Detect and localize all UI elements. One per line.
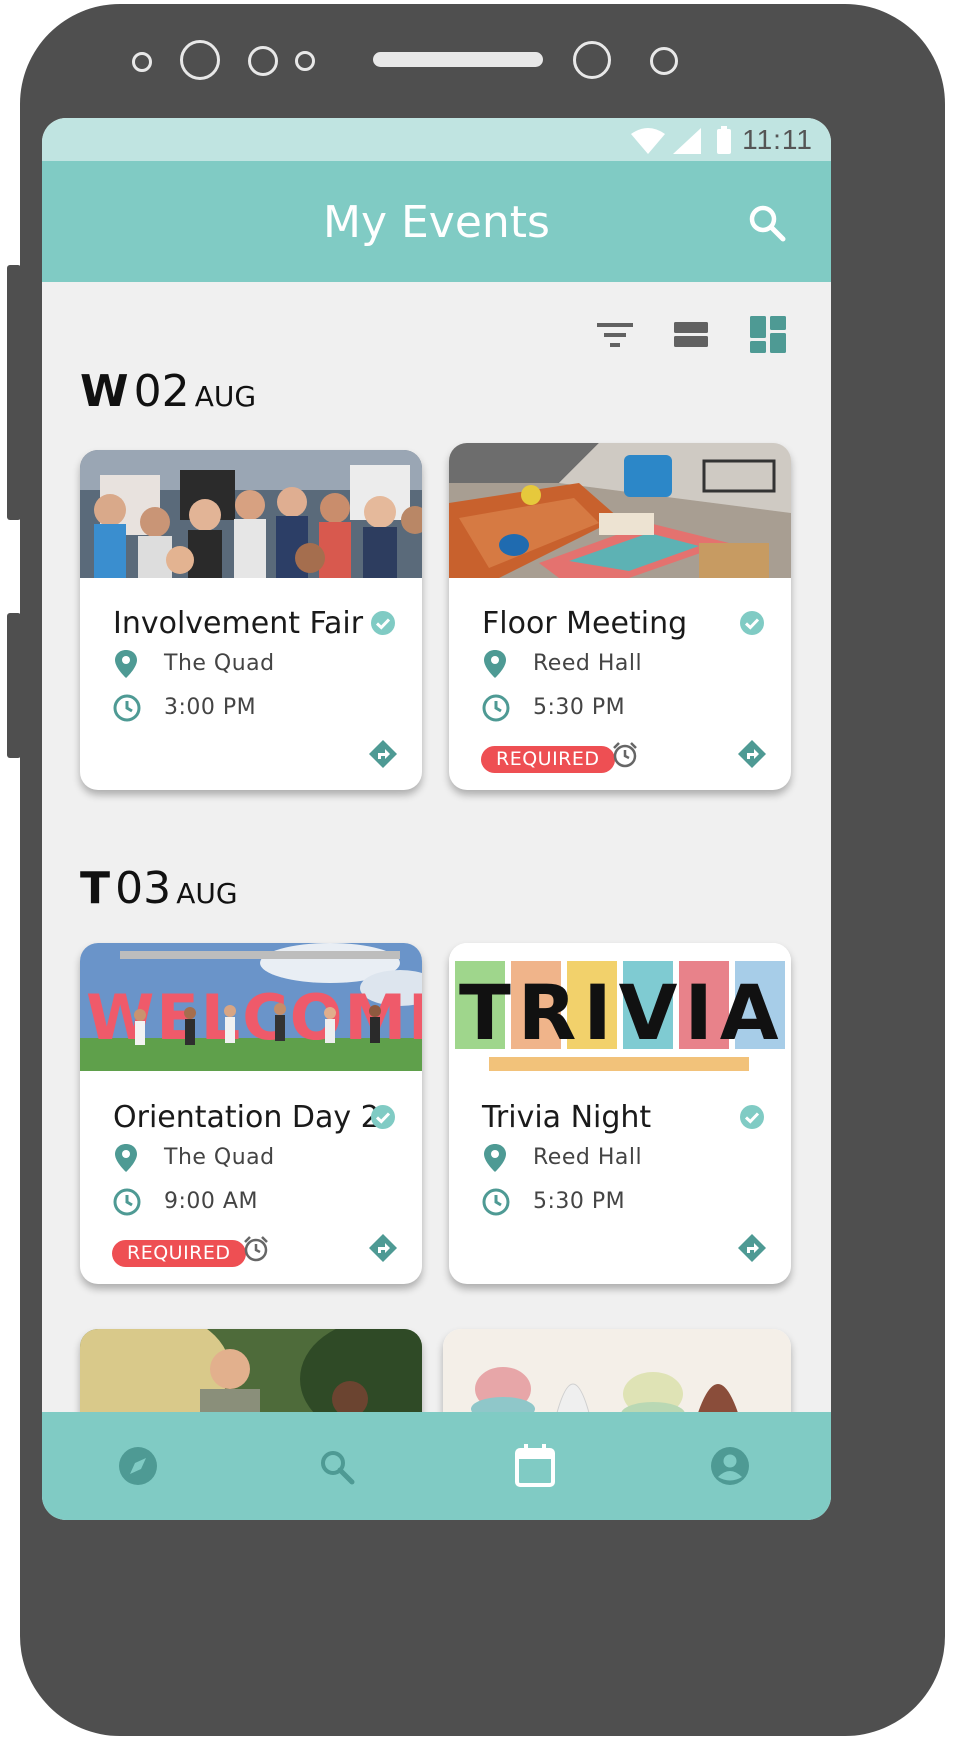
- trivia-image-text: TRIVIA: [459, 968, 786, 1057]
- earpiece-speaker: [373, 52, 543, 67]
- event-location: Reed Hall: [533, 1145, 643, 1170]
- event-time-row: 3:00 PM: [112, 693, 256, 725]
- date-day: 03: [115, 863, 172, 914]
- event-image: [80, 450, 422, 578]
- event-card[interactable]: Floor Meeting Reed Hall 5:30 PM REQUIRED: [449, 443, 791, 790]
- status-time: 11:11: [742, 124, 813, 155]
- date-day: 02: [133, 366, 190, 417]
- event-card[interactable]: TRIVIA Trivia Night Reed Hall 5:30 PM: [449, 943, 791, 1284]
- location-pin-icon: [484, 1144, 506, 1172]
- reminder-button[interactable]: [611, 741, 639, 774]
- clock-icon: [482, 1188, 510, 1216]
- date-month: AUG: [176, 877, 238, 910]
- clock-icon: [482, 694, 510, 722]
- event-card[interactable]: Involvement Fair The Quad 3:00 PM: [80, 450, 422, 790]
- event-location-row: The Quad: [113, 649, 274, 681]
- volume-button: [7, 265, 21, 520]
- alarm-icon: [244, 1236, 268, 1262]
- front-camera: [573, 41, 611, 79]
- search-icon: [749, 205, 786, 242]
- event-location-row: Reed Hall: [482, 1143, 642, 1175]
- bottom-navigation: [42, 1412, 831, 1520]
- app-screen: 11:11 My Events W 02 AUG Involvement Fai…: [42, 118, 831, 1520]
- side-button: [7, 613, 21, 758]
- grid-view-button[interactable]: [750, 316, 788, 359]
- clock-icon: [113, 1188, 141, 1216]
- event-location: Reed Hall: [533, 651, 643, 676]
- directions-icon: [369, 740, 397, 768]
- alarm-icon: [613, 742, 637, 768]
- event-time: 5:30 PM: [533, 695, 626, 720]
- sensor-dot: [650, 47, 678, 75]
- date-weekday: W: [80, 366, 129, 417]
- location-pin-icon: [115, 650, 137, 678]
- filter-icon: [597, 323, 633, 347]
- grid-view-icon: [750, 316, 786, 353]
- event-card[interactable]: WELCOME Orientation Day 2 The Quad 9:00 …: [80, 943, 422, 1284]
- reminder-button[interactable]: [242, 1235, 270, 1268]
- event-title: Floor Meeting: [482, 606, 688, 641]
- location-pin-icon: [484, 650, 506, 678]
- nav-search[interactable]: [318, 1448, 362, 1492]
- event-location: The Quad: [164, 651, 275, 676]
- share-button[interactable]: [368, 1233, 398, 1268]
- date-header: W 02 AUG: [80, 366, 256, 417]
- signal-icon: [673, 128, 701, 154]
- event-title: Trivia Night: [482, 1100, 652, 1135]
- event-time-row: 5:30 PM: [481, 1187, 625, 1219]
- calendar-icon: [515, 1444, 555, 1487]
- sensor-dot: [295, 51, 315, 71]
- search-button[interactable]: [747, 203, 787, 243]
- event-time-row: 9:00 AM: [112, 1187, 257, 1219]
- wifi-icon: [631, 128, 665, 154]
- clock-icon: [113, 694, 141, 722]
- date-month: AUG: [194, 380, 257, 413]
- date-header: T 03 AUG: [80, 863, 238, 914]
- event-time: 9:00 AM: [164, 1189, 258, 1214]
- nav-profile[interactable]: [710, 1446, 754, 1490]
- event-time-row: 5:30 PM: [481, 693, 625, 725]
- list-view-icon: [674, 322, 708, 347]
- event-location: The Quad: [164, 1145, 275, 1170]
- page-title: My Events: [323, 197, 550, 248]
- share-button[interactable]: [737, 739, 767, 774]
- directions-icon: [738, 740, 766, 768]
- battery-icon: [717, 126, 731, 154]
- location-pin-icon: [115, 1144, 137, 1172]
- event-time: 3:00 PM: [164, 695, 257, 720]
- event-image: TRIVIA: [449, 943, 791, 1071]
- event-title: Orientation Day 2: [113, 1100, 380, 1135]
- checked-icon: [370, 1104, 396, 1135]
- search-icon: [321, 1451, 355, 1485]
- front-camera: [180, 40, 220, 80]
- directions-icon: [738, 1234, 766, 1262]
- sensor-dot: [248, 46, 278, 76]
- checked-icon: [739, 1104, 765, 1135]
- event-title: Involvement Fair: [113, 606, 364, 641]
- event-location-row: The Quad: [113, 1143, 274, 1175]
- checked-icon: [370, 610, 396, 641]
- app-bar: My Events: [42, 161, 831, 282]
- required-badge: REQUIRED: [481, 746, 615, 773]
- nav-calendar[interactable]: [514, 1444, 558, 1488]
- share-button[interactable]: [737, 1233, 767, 1268]
- event-time: 5:30 PM: [533, 1189, 626, 1214]
- event-location-row: Reed Hall: [482, 649, 642, 681]
- explore-icon: [119, 1447, 157, 1485]
- filter-button[interactable]: [596, 320, 634, 355]
- event-image: WELCOME: [80, 943, 422, 1071]
- status-bar: 11:11: [42, 118, 831, 161]
- directions-icon: [369, 1234, 397, 1262]
- required-badge: REQUIRED: [112, 1240, 246, 1267]
- sensor-dot: [132, 52, 152, 72]
- date-weekday: T: [80, 863, 111, 914]
- account-icon: [711, 1447, 749, 1485]
- share-button[interactable]: [368, 739, 398, 774]
- status-icons: [631, 126, 735, 161]
- nav-explore[interactable]: [118, 1446, 162, 1490]
- checked-icon: [739, 610, 765, 641]
- event-image: [449, 443, 791, 578]
- list-view-button[interactable]: [674, 320, 710, 355]
